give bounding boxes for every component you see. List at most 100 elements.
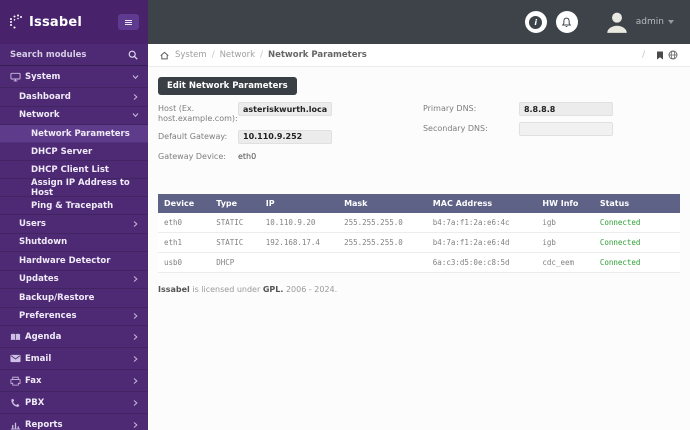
sidebar-item-reports[interactable]: Reports bbox=[0, 414, 148, 430]
breadcrumb-separator: / bbox=[260, 50, 263, 60]
chevron-down-icon bbox=[132, 73, 139, 81]
user-name: admin bbox=[635, 17, 664, 27]
sidebar-item-preferences[interactable]: Preferences bbox=[0, 308, 148, 326]
notifications-button[interactable] bbox=[555, 11, 578, 33]
sidebar-item-updates[interactable]: Updates bbox=[0, 271, 148, 289]
sidebar-item-label: Preferences bbox=[19, 311, 77, 322]
footer-gpl: GPL. bbox=[262, 284, 284, 294]
cell-mac: b4:7a:f1:2a:e6:4d bbox=[426, 232, 537, 253]
cell-hw-info: igb bbox=[536, 212, 594, 233]
chevron-down-icon bbox=[132, 111, 139, 119]
host-row: Host (Ex. host.example.com): bbox=[158, 102, 423, 125]
status-badge: Connected bbox=[593, 232, 680, 253]
sidebar-item-shutdown[interactable]: Shutdown bbox=[0, 234, 148, 252]
sidebar-item-label: Shutdown bbox=[19, 237, 68, 248]
cell-mask bbox=[338, 252, 427, 273]
sidebar-item-backup-restore[interactable]: Backup/Restore bbox=[0, 289, 148, 308]
brand-name: Issabel bbox=[29, 14, 83, 30]
sidebar-item-users[interactable]: Users bbox=[0, 215, 148, 234]
col-header-type: Type bbox=[210, 193, 260, 213]
sidebar-item-agenda[interactable]: Agenda bbox=[0, 326, 148, 348]
edit-network-parameters-button[interactable]: Edit Network Parameters bbox=[158, 77, 297, 95]
cell-hw-info: cdc_eem bbox=[536, 252, 594, 273]
chevron-right-icon bbox=[133, 355, 138, 363]
sidebar-item-label: Reports bbox=[25, 419, 63, 430]
topbar: i admin bbox=[148, 0, 690, 44]
content-area: System / Network / Network Parameters / … bbox=[148, 44, 690, 430]
logo-bar: Issabel ≡ bbox=[0, 0, 148, 44]
host-input[interactable] bbox=[238, 102, 332, 116]
table-row: usb0 DHCP 6a:c3:d5:0e:c8:5d cdc_eem Conn… bbox=[158, 252, 680, 273]
sidebar-item-label: Fax bbox=[25, 375, 42, 386]
hamburger-menu-button[interactable]: ≡ bbox=[118, 14, 139, 30]
sidebar-item-dhcp-server[interactable]: DHCP Server bbox=[0, 143, 148, 161]
table-header-row: Device Type IP Mask MAC Address HW Info … bbox=[158, 193, 680, 213]
envelope-icon bbox=[10, 354, 25, 363]
bookmark-icon[interactable] bbox=[656, 51, 664, 60]
sidebar-item-pbx[interactable]: PBX bbox=[0, 392, 148, 414]
sidebar-item-system[interactable]: System bbox=[0, 66, 148, 88]
cell-device: eth0 bbox=[158, 212, 211, 233]
avatar bbox=[604, 9, 630, 35]
sidebar-item-dashboard[interactable]: Dashboard bbox=[0, 88, 148, 107]
footer-years: 2006 - 2024. bbox=[285, 284, 338, 294]
breadcrumb-item-network-parameters: Network Parameters bbox=[267, 50, 367, 60]
footer-brand: Issabel bbox=[158, 284, 190, 294]
sidebar-item-email[interactable]: Email bbox=[0, 348, 148, 370]
cell-device: usb0 bbox=[158, 252, 211, 273]
user-menu[interactable]: admin bbox=[604, 9, 674, 35]
sidebar-item-network[interactable]: Network bbox=[0, 107, 148, 125]
book-icon bbox=[10, 332, 25, 342]
breadcrumb-item-system[interactable]: System bbox=[175, 50, 207, 60]
gateway-device-row: Gateway Device: eth0 bbox=[158, 150, 423, 165]
sidebar-item-ping-tracepath[interactable]: Ping & Tracepath bbox=[0, 197, 148, 215]
chevron-right-icon bbox=[133, 399, 138, 407]
breadcrumb-item-network[interactable]: Network bbox=[220, 50, 256, 60]
globe-icon[interactable] bbox=[668, 50, 678, 60]
secondary-dns-input[interactable] bbox=[518, 122, 613, 136]
home-icon[interactable] bbox=[160, 51, 169, 60]
breadcrumb: System / Network / Network Parameters / bbox=[148, 44, 690, 67]
sidebar-item-fax[interactable]: Fax bbox=[0, 370, 148, 392]
search-icon[interactable] bbox=[128, 50, 138, 60]
sidebar-item-label: Updates bbox=[19, 274, 59, 285]
bell-icon bbox=[561, 17, 572, 28]
license-footer: Issabel is licensed under GPL. 2006 - 20… bbox=[158, 285, 680, 294]
sidebar-item-network-parameters[interactable]: Network Parameters bbox=[0, 125, 148, 143]
col-header-hw-info: HW Info bbox=[536, 193, 594, 213]
sidebar-item-label: Backup/Restore bbox=[19, 292, 95, 303]
gateway-device-value: eth0 bbox=[238, 151, 257, 161]
cell-type: STATIC bbox=[210, 232, 260, 253]
issabel-logo-icon bbox=[9, 14, 23, 30]
main-panel: Edit Network Parameters Host (Ex. host.e… bbox=[148, 67, 690, 300]
bar-chart-icon bbox=[10, 420, 25, 430]
cell-device: eth1 bbox=[158, 232, 211, 253]
col-header-mac-address: MAC Address bbox=[426, 193, 537, 213]
sidebar-item-hardware-detector[interactable]: Hardware Detector bbox=[0, 252, 148, 271]
chevron-right-icon bbox=[133, 312, 138, 320]
form-left-column: Host (Ex. host.example.com): Default Gat… bbox=[158, 102, 423, 170]
sidebar-item-label: Assign IP Address to Host bbox=[31, 177, 130, 198]
cell-ip bbox=[259, 252, 339, 273]
sidebar-item-assign-ip-address-to-host[interactable]: Assign IP Address to Host bbox=[0, 177, 148, 198]
default-gateway-input[interactable] bbox=[238, 129, 332, 144]
sidebar-item-dhcp-client-list[interactable]: DHCP Client List bbox=[0, 161, 148, 179]
chevron-right-icon bbox=[133, 421, 138, 429]
sidebar-item-label: System bbox=[25, 71, 61, 82]
chevron-right-icon bbox=[133, 377, 138, 385]
monitor-icon bbox=[10, 72, 25, 82]
network-form: Host (Ex. host.example.com): Default Gat… bbox=[158, 102, 680, 170]
issabel-app: Issabel ≡ Search modules System Dashboar… bbox=[0, 0, 690, 430]
info-button[interactable]: i bbox=[524, 11, 547, 33]
search-modules-input[interactable]: Search modules bbox=[0, 44, 148, 66]
cell-mask: 255.255.255.0 bbox=[338, 212, 427, 233]
secondary-dns-label: Secondary DNS: bbox=[422, 124, 488, 133]
printer-icon bbox=[10, 376, 25, 386]
primary-dns-input[interactable] bbox=[518, 102, 613, 116]
sidebar: Issabel ≡ Search modules System Dashboar… bbox=[0, 0, 148, 430]
sidebar-item-label: DHCP Client List bbox=[31, 164, 109, 175]
cell-mac: b4:7a:f1:2a:e6:4c bbox=[426, 212, 537, 233]
chevron-down-icon bbox=[668, 20, 674, 24]
chevron-right-icon bbox=[133, 333, 138, 341]
breadcrumb-actions: / bbox=[642, 50, 678, 60]
